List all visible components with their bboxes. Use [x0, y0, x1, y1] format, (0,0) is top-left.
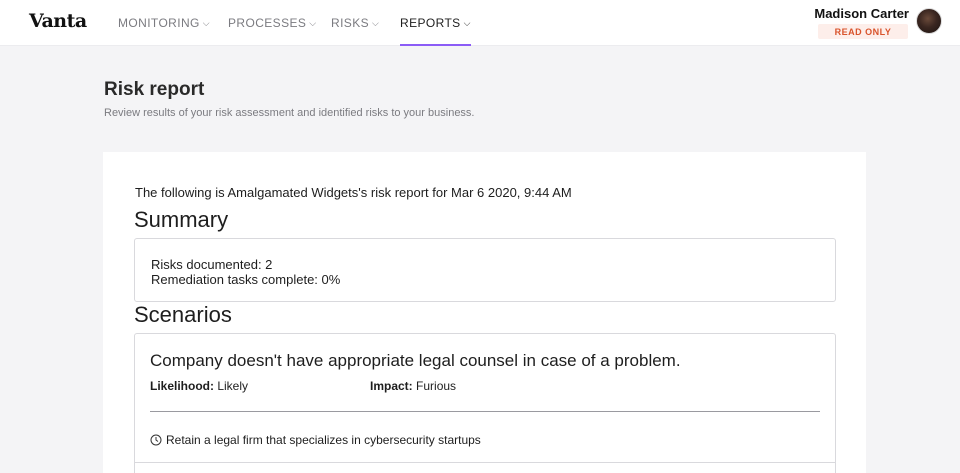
nav-risks-label: RISKS	[331, 16, 370, 30]
task-label: Retain a legal firm that specializes in …	[166, 433, 481, 447]
scenario-likelihood: Likelihood: Likely	[150, 379, 248, 393]
vanta-logo[interactable]: Vanta	[29, 10, 87, 32]
nav-reports-label: REPORTS	[400, 16, 461, 30]
nav-processes[interactable]: PROCESSES ⌵	[228, 0, 317, 46]
nav-monitoring-label: MONITORING	[118, 16, 200, 30]
report-card: The following is Amalgamated Widgets's r…	[103, 152, 866, 473]
chevron-down-icon: ⌵	[463, 17, 471, 28]
nav-monitoring[interactable]: MONITORING ⌵	[118, 0, 210, 46]
impact-label: Impact:	[370, 379, 413, 393]
likelihood-label: Likelihood:	[150, 379, 214, 393]
scenario-title: Company doesn't have appropriate legal c…	[150, 351, 681, 370]
read-only-badge: READ ONLY	[818, 24, 908, 39]
report-intro: The following is Amalgamated Widgets's r…	[135, 185, 572, 200]
clock-icon	[150, 434, 162, 446]
summary-heading: Summary	[134, 207, 229, 232]
summary-box: Risks documented: 2 Remediation tasks co…	[134, 238, 836, 302]
nav-reports[interactable]: REPORTS ⌵	[400, 0, 471, 46]
scenario-row-separator	[135, 462, 835, 463]
user-name[interactable]: Madison Carter	[814, 6, 909, 21]
scenario-impact: Impact: Furious	[370, 379, 456, 393]
impact-value: Furious	[416, 379, 457, 393]
chevron-down-icon: ⌵	[372, 17, 380, 28]
chevron-down-icon: ⌵	[202, 17, 211, 28]
page-title: Risk report	[104, 79, 205, 100]
likelihood-value: Likely	[217, 379, 249, 393]
scenarios-heading: Scenarios	[134, 302, 232, 327]
user-avatar[interactable]	[916, 8, 942, 34]
risks-documented: Risks documented: 2	[151, 257, 273, 272]
page-subtitle: Review results of your risk assessment a…	[104, 107, 475, 119]
chevron-down-icon: ⌵	[309, 17, 317, 28]
remediation-complete: Remediation tasks complete: 0%	[151, 272, 341, 287]
nav-processes-label: PROCESSES	[228, 16, 307, 30]
top-nav-bar: Vanta MONITORING ⌵ PROCESSES ⌵ RISKS ⌵ R…	[0, 0, 960, 46]
scenario-divider	[150, 411, 820, 412]
scenario-card: Company doesn't have appropriate legal c…	[134, 333, 836, 473]
nav-risks[interactable]: RISKS ⌵	[331, 0, 379, 46]
remediation-task: Retain a legal firm that specializes in …	[150, 433, 481, 447]
